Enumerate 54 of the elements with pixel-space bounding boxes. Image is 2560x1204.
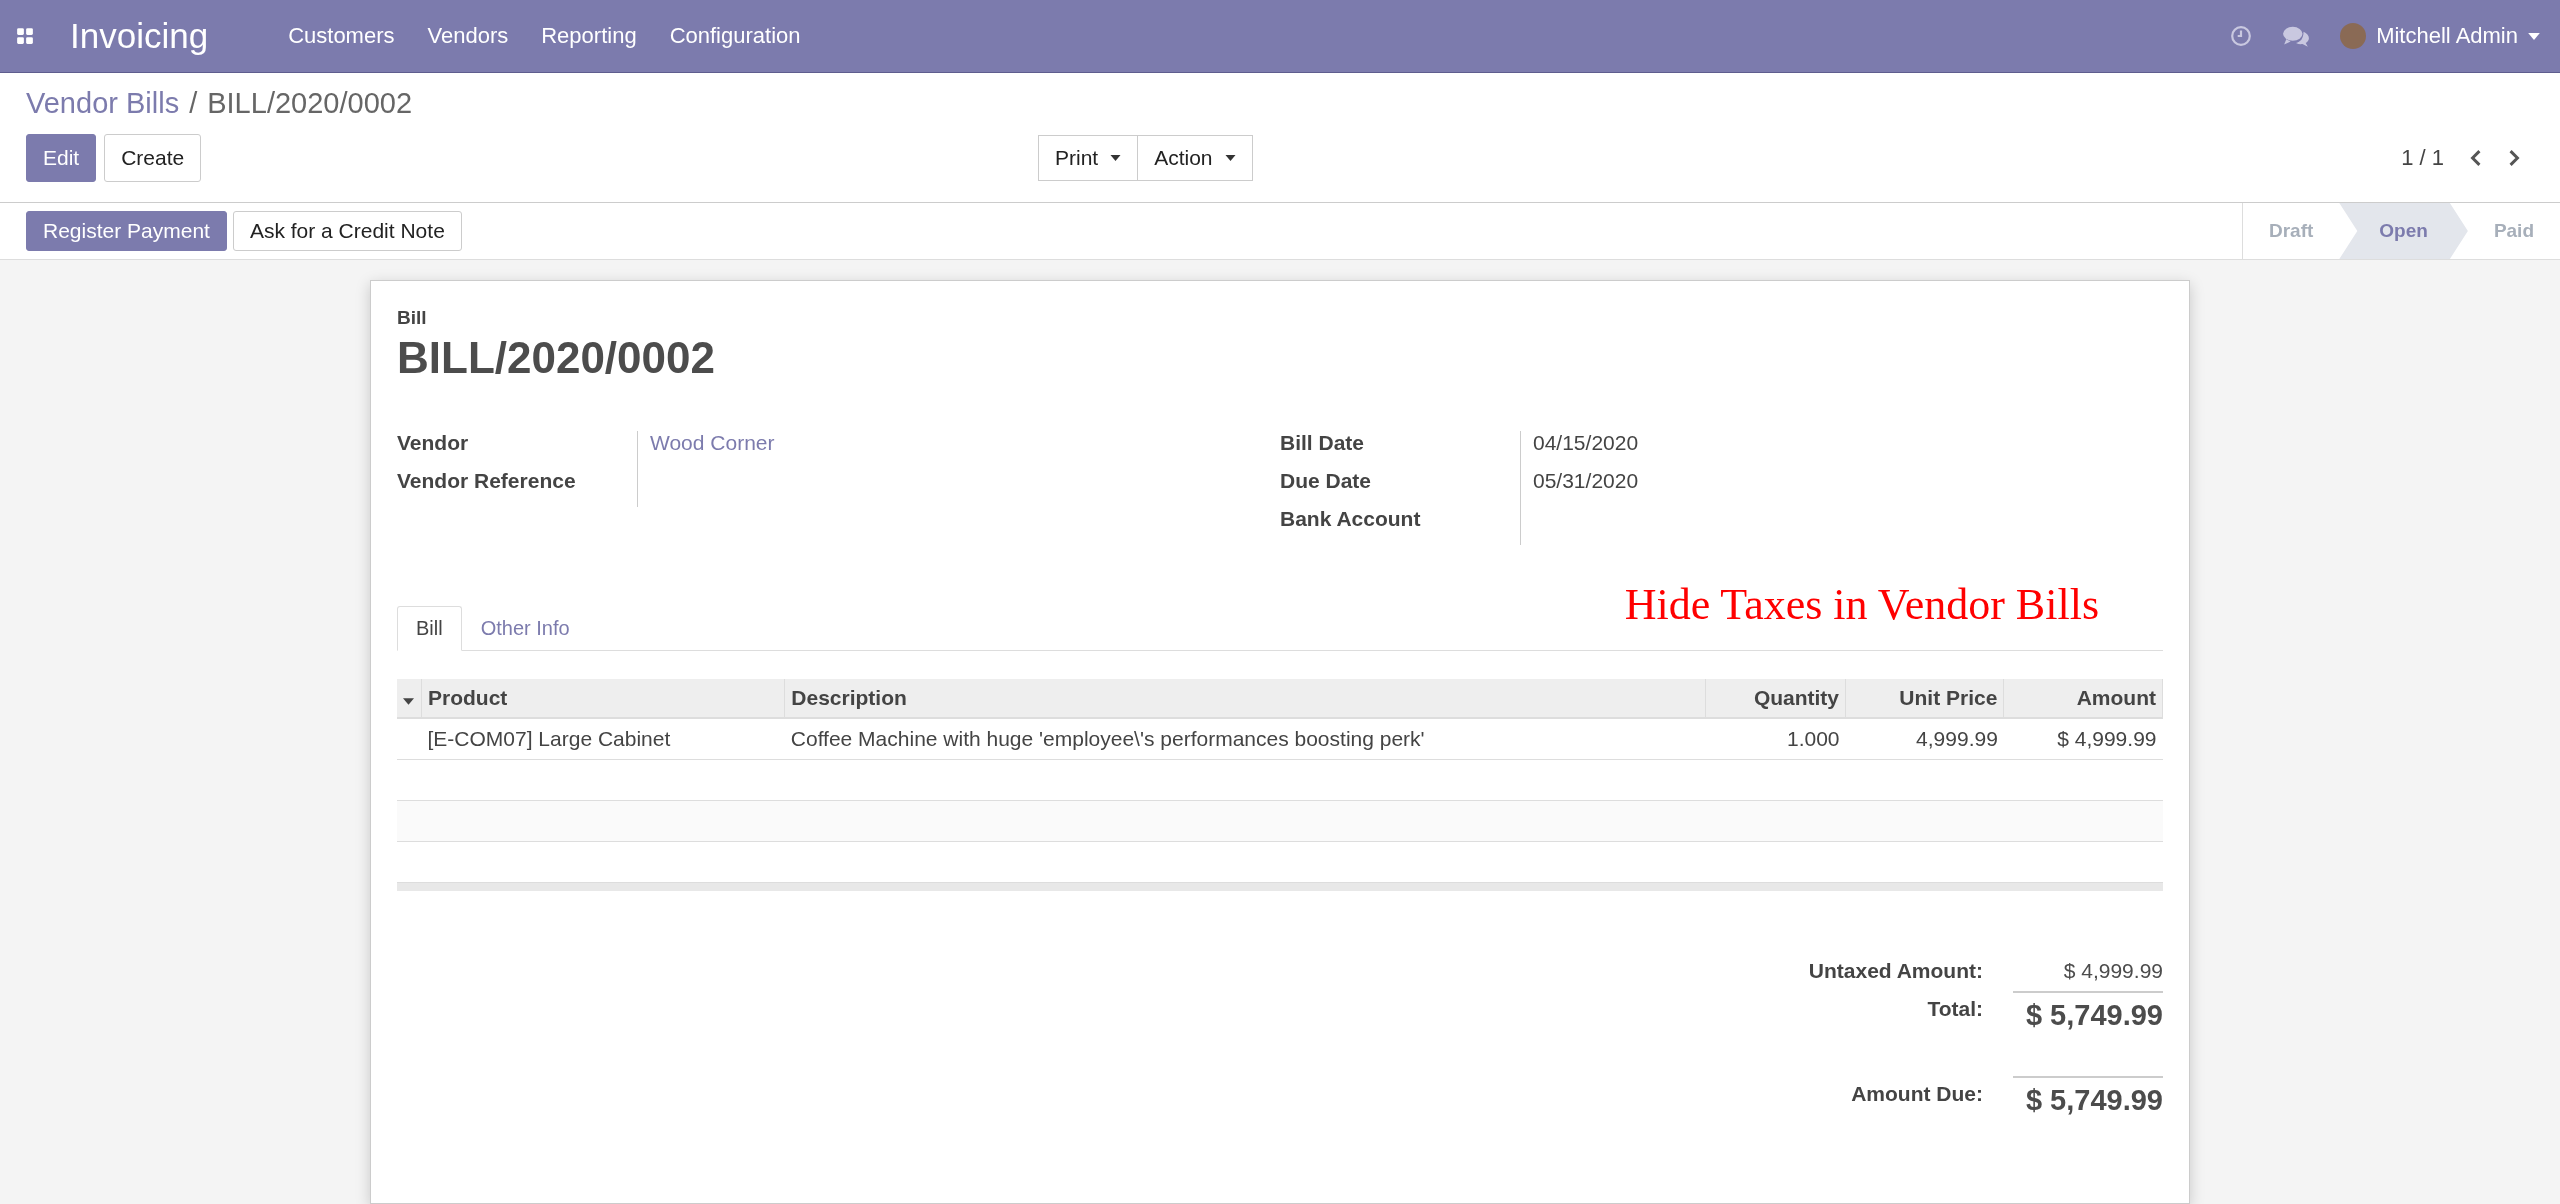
field-value: 05/31/2020: [1533, 469, 1639, 492]
total-value: $ 4,999.99: [2062, 958, 2163, 984]
column-header[interactable]: Unit Price: [1845, 679, 2004, 718]
caret-icon: [1224, 155, 1236, 161]
menu-item[interactable]: Vendors: [427, 23, 509, 49]
field-link[interactable]: Wood Corner: [650, 431, 775, 454]
document-type-label: Bill: [397, 307, 428, 329]
field-label: Vendor: [397, 431, 470, 456]
total-label: Amount Due:: [1850, 1081, 1983, 1106]
annotation-text: Hide Taxes in Vendor Bills: [1624, 579, 2099, 630]
table-cell: [E-COM07] Large Cabinet: [421, 718, 785, 760]
create-button[interactable]: Create: [104, 134, 202, 182]
dropdown-button[interactable]: Action: [1138, 135, 1253, 181]
column-header[interactable]: Quantity: [1705, 679, 1846, 718]
user-menu[interactable]: Mitchell Admin: [2340, 23, 2540, 49]
column-header[interactable]: Description: [784, 679, 1706, 718]
header-button[interactable]: Register Payment: [26, 211, 227, 251]
field-label: Due Date: [1280, 469, 1373, 494]
avatar-icon: [2340, 23, 2367, 49]
menu-item[interactable]: Customers: [288, 23, 395, 49]
header-button[interactable]: Ask for a Credit Note: [232, 211, 462, 251]
field-label: Bank Account: [1280, 507, 1422, 532]
total-value: $ 5,749.99: [2013, 991, 2163, 1032]
total-label: Total:: [1926, 996, 1983, 1021]
previous-icon[interactable]: [2470, 150, 2482, 166]
breadcrumb-link[interactable]: Vendor Bills: [26, 87, 180, 120]
total-label: Untaxed Amount:: [1807, 958, 1983, 983]
notebook-tab[interactable]: Bill: [397, 606, 462, 651]
notebook-tab[interactable]: Other Info: [461, 606, 589, 651]
table-cell: $ 4,999.99: [2003, 718, 2163, 760]
caret-icon: [2528, 32, 2540, 40]
status-step[interactable]: Open: [2339, 203, 2468, 259]
table-cell: 4,999.99: [1845, 718, 2004, 760]
menu-item[interactable]: Reporting: [541, 23, 637, 49]
breadcrumb-separator: /: [189, 87, 198, 120]
field-value: 04/15/2020: [1533, 431, 1639, 454]
menu-item[interactable]: Configuration: [669, 23, 801, 49]
total-value: $ 5,749.99: [2013, 1076, 2163, 1117]
dropdown-button[interactable]: Print: [1038, 135, 1139, 181]
document-title: BILL/2020/0002: [397, 333, 716, 383]
column-header[interactable]: Amount: [2003, 679, 2163, 718]
column-header[interactable]: Product: [421, 679, 785, 718]
sort-caret-icon[interactable]: [403, 698, 414, 705]
pager-counter: 1 / 1: [2401, 145, 2444, 171]
next-icon[interactable]: [2508, 150, 2520, 166]
table-cell: Coffee Machine with huge 'employee\'s performances boosting perk': [784, 718, 1706, 760]
apps-grid-icon[interactable]: [16, 27, 34, 45]
app-name[interactable]: Invoicing: [70, 16, 209, 56]
field-label: Vendor Reference: [397, 469, 577, 494]
breadcrumb-current: BILL/2020/0002: [207, 87, 413, 120]
caret-icon: [1110, 155, 1122, 161]
edit-button[interactable]: Edit: [26, 134, 97, 182]
field-label: Bill Date: [1280, 431, 1366, 456]
table-cell: 1.000: [1705, 718, 1846, 760]
